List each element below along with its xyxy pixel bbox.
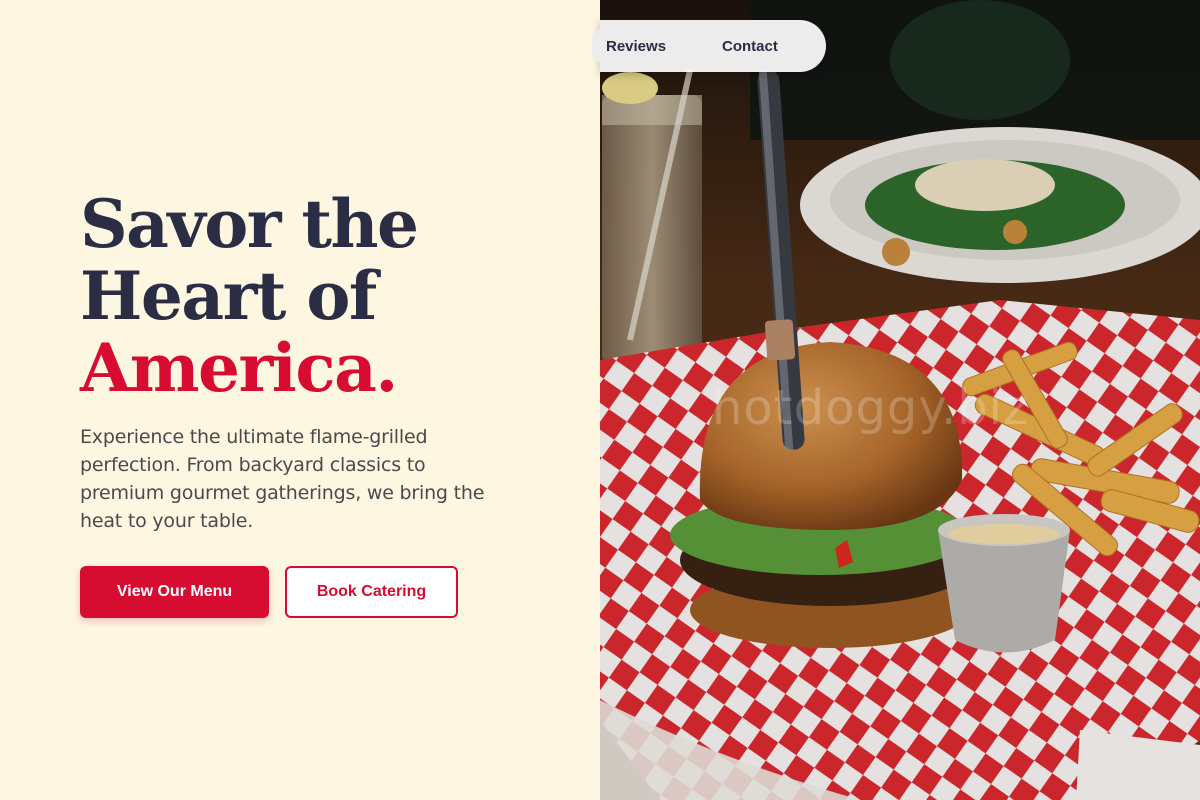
nav-link-contact[interactable]: Contact <box>708 30 792 62</box>
view-menu-button[interactable]: View Our Menu <box>80 566 269 618</box>
headline-line-1: Savor the <box>80 185 419 263</box>
watermark-text: hotdoggy.biz <box>712 380 1030 436</box>
hero-photo: hotdoggy.biz <box>600 0 1200 800</box>
hero-subtext: Experience the ultimate flame-grilled pe… <box>80 426 485 532</box>
hero-panel: Savor the Heart of America. Experience t… <box>0 0 600 800</box>
headline-line-3-accent: America. <box>80 329 398 407</box>
book-catering-button[interactable]: Book Catering <box>285 566 458 618</box>
nav-link-reviews[interactable]: Reviews <box>592 30 681 62</box>
top-nav-bar: Reviews Contact <box>592 20 826 72</box>
hero-headline: Savor the Heart of America. <box>80 188 560 404</box>
headline-line-2: Heart of <box>80 257 377 335</box>
